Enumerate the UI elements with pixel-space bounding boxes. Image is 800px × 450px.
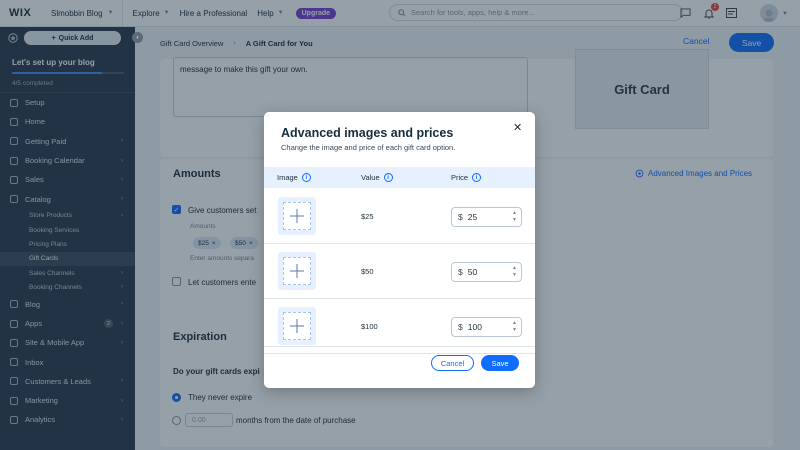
image-placeholder	[283, 202, 311, 230]
collapse-sidebar-button[interactable]: ‹	[132, 32, 143, 43]
modal-title: Advanced images and prices	[281, 126, 454, 140]
modal-footer: Cancel Save	[264, 346, 535, 388]
table-row: $25 $25 ▲ ▼	[264, 189, 535, 244]
price-stepper[interactable]: ▲ ▼	[512, 210, 517, 224]
row-value: $25	[361, 212, 374, 221]
price-input[interactable]: $25 ▲ ▼	[451, 207, 522, 227]
chevron-up-icon[interactable]: ▲	[512, 210, 517, 217]
chevron-left-icon: ‹	[136, 34, 139, 41]
advanced-images-prices-modal: Advanced images and prices Change the im…	[264, 112, 535, 388]
table-header: Image i Value i Price i	[264, 167, 535, 188]
row-value: $100	[361, 322, 378, 331]
gift-card-image-thumbnail[interactable]	[278, 307, 316, 345]
column-image: Image i	[277, 173, 311, 182]
currency-symbol: $	[458, 322, 463, 332]
image-placeholder	[283, 257, 311, 285]
info-icon[interactable]: i	[472, 173, 482, 182]
currency-symbol: $	[458, 267, 463, 277]
price-stepper[interactable]: ▲ ▼	[512, 265, 517, 279]
price-value: 25	[467, 212, 478, 222]
info-icon[interactable]: i	[383, 173, 393, 182]
price-value: 50	[467, 267, 478, 277]
gift-card-image-thumbnail[interactable]	[278, 252, 316, 290]
chevron-down-icon[interactable]: ▼	[512, 327, 517, 334]
row-value: $50	[361, 267, 374, 276]
modal-save-button[interactable]: Save	[481, 355, 519, 371]
chevron-up-icon[interactable]: ▲	[512, 265, 517, 272]
chevron-up-icon[interactable]: ▲	[512, 320, 517, 327]
price-stepper[interactable]: ▲ ▼	[512, 320, 517, 334]
close-icon[interactable]: ✕	[513, 121, 522, 134]
column-price: Price i	[451, 173, 482, 182]
modal-cancel-button[interactable]: Cancel	[431, 355, 474, 371]
plus-icon	[290, 264, 304, 278]
chevron-down-icon[interactable]: ▼	[512, 217, 517, 224]
table-row: $50 $50 ▲ ▼	[264, 244, 535, 299]
price-input[interactable]: $100 ▲ ▼	[451, 317, 522, 337]
column-label: Image	[277, 173, 298, 182]
plus-icon	[290, 209, 304, 223]
gift-card-image-thumbnail[interactable]	[278, 197, 316, 235]
image-placeholder	[283, 312, 311, 340]
currency-symbol: $	[458, 212, 463, 222]
chevron-down-icon[interactable]: ▼	[512, 272, 517, 279]
info-icon[interactable]: i	[301, 173, 311, 182]
modal-subtitle: Change the image and price of each gift …	[281, 143, 456, 152]
price-input[interactable]: $50 ▲ ▼	[451, 262, 522, 282]
column-label: Price	[451, 173, 469, 182]
plus-icon	[290, 319, 304, 333]
price-value: 100	[467, 322, 482, 332]
column-label: Value	[361, 173, 380, 182]
column-value: Value i	[361, 173, 393, 182]
